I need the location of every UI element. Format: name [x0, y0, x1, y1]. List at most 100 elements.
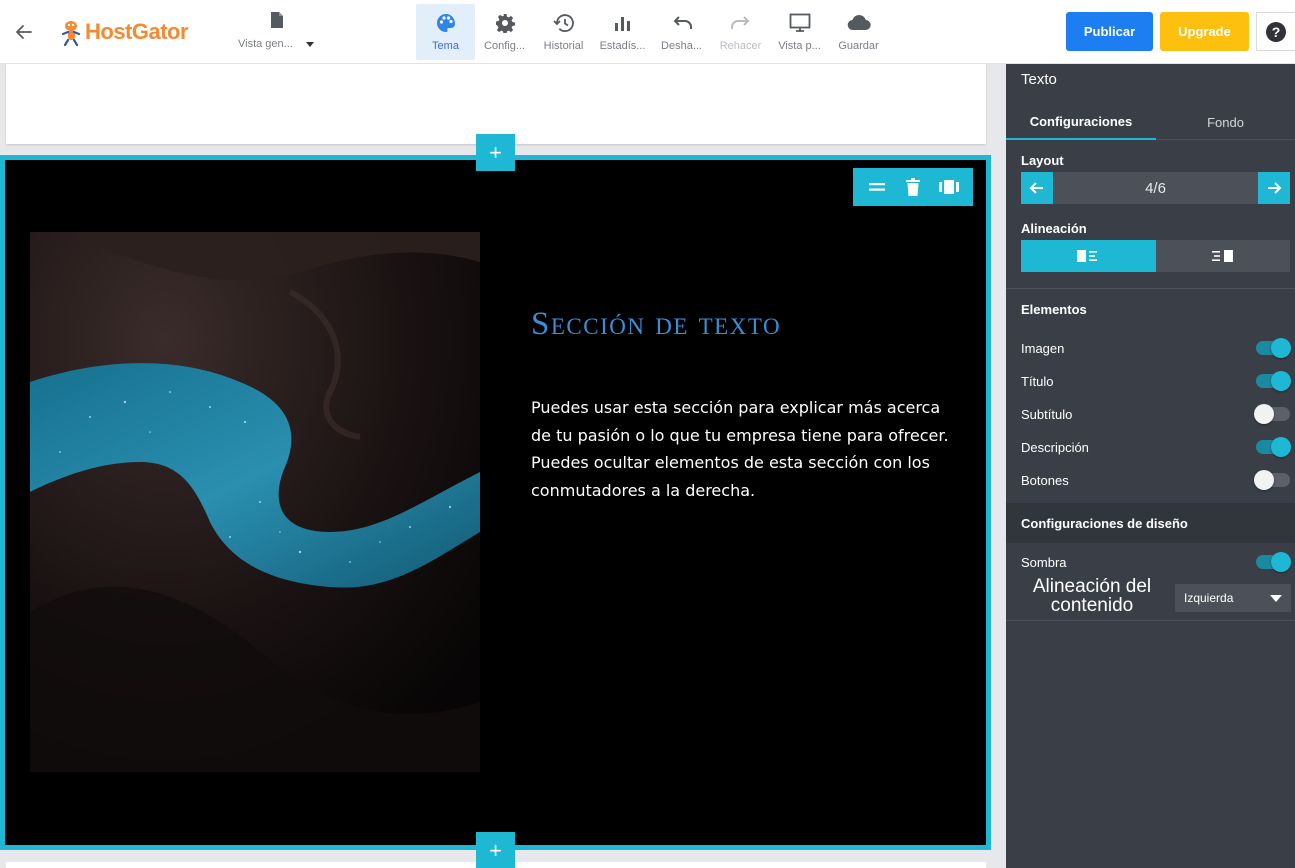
settings-panel: Texto Configuraciones Fondo Layout 4/6 A… [1006, 64, 1295, 868]
section-layout-button[interactable] [934, 172, 964, 202]
section-description[interactable]: Puedes usar esta sección para explicar m… [531, 394, 951, 504]
tool-label: Config... [484, 40, 525, 52]
botones-toggle[interactable] [1254, 470, 1290, 490]
subtitulo-toggle[interactable] [1254, 404, 1290, 424]
content-alignment-label: Alineación del contenido [1032, 576, 1152, 616]
section-image[interactable] [30, 232, 480, 772]
help-button[interactable]: ? [1256, 12, 1295, 51]
element-label: Imagen [1021, 340, 1065, 356]
tab-fondo[interactable]: Fondo [1156, 104, 1295, 140]
add-section-button-bottom[interactable]: + [476, 832, 515, 868]
text-section[interactable]: Sección de texto Puedes usar esta secció… [0, 155, 991, 850]
arrow-left-icon [16, 25, 32, 39]
element-toggle-row: Subtítulo [1021, 403, 1290, 425]
layout-prev-button[interactable] [1021, 172, 1053, 204]
tool-label: Historial [543, 40, 584, 52]
trash-icon [906, 178, 920, 196]
brand-name: HostGator [85, 19, 189, 44]
document-icon [271, 12, 283, 28]
monitor-icon [789, 13, 810, 32]
previous-section[interactable] [6, 64, 986, 144]
page-selector[interactable]: Vista gen... [236, 11, 320, 53]
image-right-text-icon [1211, 250, 1233, 262]
tab-configuraciones[interactable]: Configuraciones [1006, 104, 1156, 140]
history-icon [552, 14, 574, 32]
alignment-label: Alineación [1021, 221, 1087, 236]
layout-value: 4/6 [1145, 179, 1166, 197]
imagen-toggle[interactable] [1256, 338, 1291, 358]
design-settings-label: Configuraciones de diseño [1021, 516, 1188, 531]
tool-label: Guardar [838, 40, 879, 52]
tool-guardar[interactable]: Guardar [829, 4, 888, 60]
panel-divider [1006, 620, 1295, 621]
image-left-text-icon [1077, 250, 1098, 262]
element-label: Botones [1021, 472, 1069, 488]
cloud-icon [847, 15, 871, 31]
align-image-left-button[interactable] [1021, 240, 1156, 272]
shadow-toggle-row: Sombra [1021, 551, 1291, 573]
alignment-toggle [1021, 240, 1290, 272]
layout-label: Layout [1021, 153, 1064, 168]
align-image-right-button[interactable] [1155, 240, 1290, 272]
drag-handle-button[interactable] [862, 172, 892, 202]
tool-estadisticas[interactable]: Estadís... [593, 4, 652, 60]
descripcion-toggle[interactable] [1256, 437, 1291, 457]
canyon-night-sky-image [30, 232, 480, 772]
section-toolbar [853, 168, 973, 206]
chevron-down-icon [306, 42, 314, 47]
element-toggle-row: Título [1021, 370, 1291, 392]
layout-next-button[interactable] [1258, 172, 1290, 204]
tool-label: Desha... [661, 40, 702, 52]
content-alignment-select[interactable]: Izquierda [1175, 584, 1291, 612]
drag-lines-icon [869, 183, 885, 191]
panel-divider [1006, 288, 1295, 289]
description-paragraph: Puedes ocultar elementos de esta sección… [531, 453, 930, 500]
element-label: Subtítulo [1021, 406, 1073, 422]
tool-group: Tema Config... Historial Estadís... Desh… [416, 4, 888, 60]
tool-label: Rehacer [719, 40, 762, 52]
bar-chart-icon [614, 17, 630, 31]
top-toolbar: HostGator Vista gen... Tema Config... Hi… [0, 0, 1295, 64]
arrow-left-icon [1029, 182, 1043, 194]
tool-label: Vista p... [778, 40, 821, 52]
shadow-label: Sombra [1021, 554, 1067, 570]
publish-button[interactable]: Publicar [1066, 12, 1153, 51]
tool-deshacer[interactable]: Desha... [652, 4, 711, 60]
back-button[interactable] [10, 18, 38, 46]
element-toggle-row: Imagen [1021, 337, 1291, 359]
redo-icon [730, 16, 749, 29]
element-toggle-row: Descripción [1021, 436, 1291, 458]
add-section-button-top[interactable]: + [476, 134, 515, 171]
element-toggle-row: Botones [1021, 469, 1290, 491]
tool-vista-previa[interactable]: Vista p... [770, 4, 829, 60]
shadow-toggle[interactable] [1256, 552, 1291, 572]
tool-historial[interactable]: Historial [534, 4, 593, 60]
editor-canvas: + Sección de texto Puedes usar esta secc… [0, 64, 1004, 868]
columns-icon [939, 180, 959, 194]
elements-label: Elementos [1021, 302, 1087, 317]
hostgator-logo: HostGator [60, 16, 189, 48]
panel-tabs: Configuraciones Fondo [1006, 104, 1295, 140]
tool-tema[interactable]: Tema [416, 4, 475, 60]
tool-label: Tema [432, 40, 459, 52]
panel-title: Texto [1021, 71, 1057, 88]
tool-label: Estadís... [599, 40, 646, 52]
upgrade-button[interactable]: Upgrade [1160, 12, 1249, 51]
tool-configuraciones[interactable]: Config... [475, 4, 534, 60]
tool-rehacer[interactable]: Rehacer [711, 4, 770, 60]
help-icon: ? [1266, 21, 1286, 42]
palette-icon [436, 14, 455, 32]
element-label: Título [1021, 373, 1054, 389]
page-selector-label: Vista gen... [238, 38, 293, 50]
section-title[interactable]: Sección de texto [531, 306, 781, 343]
gator-mascot-icon [61, 21, 81, 46]
undo-icon [673, 16, 692, 29]
description-paragraph: Puedes usar esta sección para explicar m… [531, 398, 949, 445]
content-alignment-value: Izquierda [1184, 591, 1234, 605]
gear-icon [495, 14, 515, 33]
layout-stepper: 4/6 [1021, 172, 1290, 204]
titulo-toggle[interactable] [1256, 371, 1291, 391]
element-label: Descripción [1021, 439, 1089, 455]
delete-section-button[interactable] [898, 172, 928, 202]
chevron-down-icon [1270, 595, 1282, 602]
